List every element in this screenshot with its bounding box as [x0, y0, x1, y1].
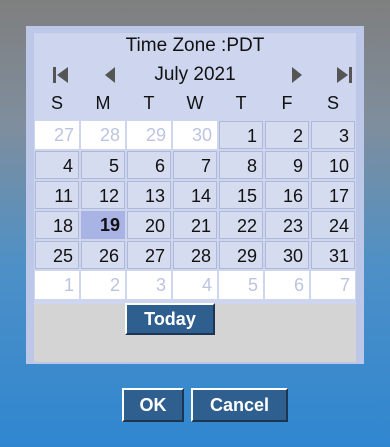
month-label: July 2021: [154, 64, 236, 85]
chevron-right-icon[interactable]: [285, 65, 307, 85]
day-cell[interactable]: 12: [81, 181, 125, 209]
day-cell[interactable]: 20: [127, 211, 171, 239]
day-cell[interactable]: 7: [173, 151, 217, 179]
day-cell[interactable]: 3: [311, 121, 355, 149]
weekday-label: S: [50, 93, 63, 113]
day-cell[interactable]: 25: [35, 241, 79, 269]
day-cell[interactable]: 15: [219, 181, 263, 209]
adjacent-month-day-cell[interactable]: 3: [127, 271, 171, 299]
weekday-label: T: [143, 93, 155, 113]
skip-to-end-icon[interactable]: [333, 65, 355, 85]
day-cell[interactable]: 23: [265, 211, 309, 239]
day-cell[interactable]: 31: [311, 241, 355, 269]
day-cell[interactable]: 14: [173, 181, 217, 209]
adjacent-month-day-cell[interactable]: 6: [265, 271, 309, 299]
day-cell[interactable]: 13: [127, 181, 171, 209]
cancel-button[interactable]: Cancel: [191, 388, 288, 422]
adjacent-month-day-cell[interactable]: 7: [311, 271, 355, 299]
selected-day-cell[interactable]: 19: [81, 211, 125, 239]
day-cell[interactable]: 22: [219, 211, 263, 239]
adjacent-month-day-cell[interactable]: 2: [81, 271, 125, 299]
day-cell[interactable]: 16: [265, 181, 309, 209]
adjacent-month-day-cell[interactable]: 1: [35, 271, 79, 299]
weekday-header: SMTWTFS: [34, 89, 356, 117]
today-button[interactable]: Today: [125, 303, 215, 335]
day-cell[interactable]: 2: [265, 121, 309, 149]
day-cell[interactable]: 21: [173, 211, 217, 239]
weekday-label: W: [186, 93, 204, 113]
day-cell[interactable]: 6: [127, 151, 171, 179]
day-cell[interactable]: 17: [311, 181, 355, 209]
timezone-label: Time Zone :PDT: [125, 35, 265, 56]
day-cell[interactable]: 18: [35, 211, 79, 239]
day-cell[interactable]: 26: [81, 241, 125, 269]
day-cell[interactable]: 29: [219, 241, 263, 269]
day-cell[interactable]: 5: [81, 151, 125, 179]
day-cell[interactable]: 8: [219, 151, 263, 179]
adjacent-month-day-cell[interactable]: 30: [173, 121, 217, 149]
day-cell[interactable]: 27: [127, 241, 171, 269]
skip-to-start-icon[interactable]: [50, 65, 72, 85]
day-cell[interactable]: 24: [311, 211, 355, 239]
day-cell[interactable]: 11: [35, 181, 79, 209]
day-cell[interactable]: 30: [265, 241, 309, 269]
month-navigation: July 2021: [34, 61, 356, 89]
adjacent-month-day-cell[interactable]: 4: [173, 271, 217, 299]
adjacent-month-day-cell[interactable]: 29: [127, 121, 171, 149]
chevron-left-icon[interactable]: [100, 65, 122, 85]
adjacent-month-day-cell[interactable]: 27: [35, 121, 79, 149]
weekday-label: F: [281, 93, 293, 113]
day-cell[interactable]: 4: [35, 151, 79, 179]
adjacent-month-day-cell[interactable]: 28: [81, 121, 125, 149]
ok-button[interactable]: OK: [122, 388, 184, 422]
day-cell[interactable]: 9: [265, 151, 309, 179]
weekday-label: S: [326, 93, 339, 113]
day-grid: 27 28 29 30 1 2 3 4 5 6 7 8 9 10 11 12 13 14 15 16 17 18 19 20 2…: [34, 121, 356, 302]
weekday-label: T: [235, 93, 247, 113]
day-cell[interactable]: 10: [311, 151, 355, 179]
weekday-label: M: [95, 93, 111, 113]
day-cell[interactable]: 1: [219, 121, 263, 149]
adjacent-month-day-cell[interactable]: 5: [219, 271, 263, 299]
day-cell[interactable]: 28: [173, 241, 217, 269]
